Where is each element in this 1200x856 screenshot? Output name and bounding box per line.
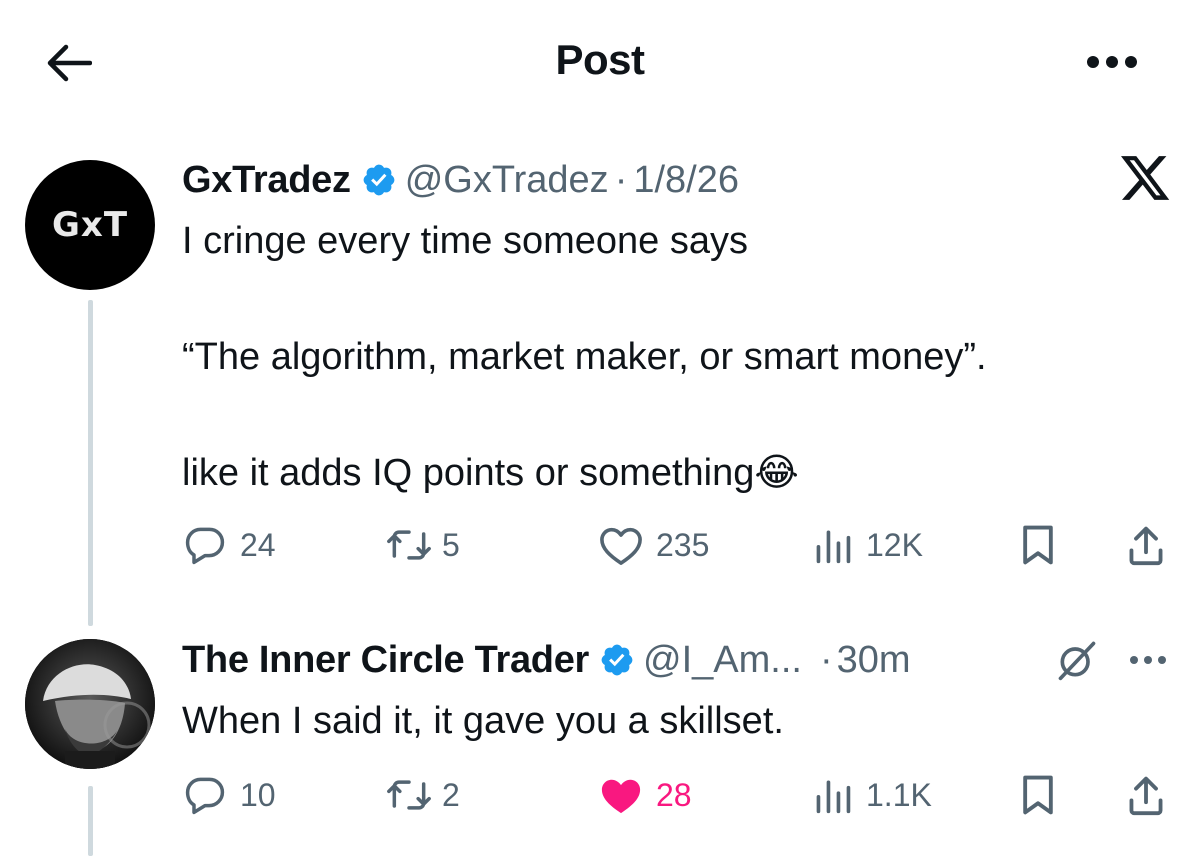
views-chart-icon xyxy=(816,530,851,564)
post-date[interactable]: 1/8/26 xyxy=(633,159,739,202)
reply-time[interactable]: 30m xyxy=(837,639,911,682)
reply-author-name[interactable]: The Inner Circle Trader xyxy=(182,639,589,682)
verified-badge-icon xyxy=(361,162,397,198)
like-button[interactable]: 235 xyxy=(598,522,709,568)
avatar-logo-text: GxT xyxy=(51,205,129,245)
reply-icon xyxy=(185,777,225,815)
repost-icon xyxy=(387,530,431,560)
thread-line xyxy=(88,300,93,626)
repost-count: 5 xyxy=(442,526,460,563)
reply-reply-button[interactable]: 10 xyxy=(182,772,276,818)
separator-dot: · xyxy=(819,638,833,681)
like-count: 235 xyxy=(656,526,710,563)
bookmark-icon xyxy=(1023,525,1053,565)
share-button[interactable] xyxy=(1124,520,1168,570)
reply-more-button[interactable] xyxy=(1124,648,1172,672)
reply-like-button[interactable]: 28 xyxy=(598,772,692,818)
reply-share-button[interactable] xyxy=(1124,770,1168,820)
x-logo-icon xyxy=(1118,152,1174,206)
reply-author-handle[interactable]: @I_Am... xyxy=(643,639,802,682)
more-options-button[interactable] xyxy=(1082,48,1142,76)
reply-body: When I said it, it gave you a skillset. xyxy=(182,700,784,742)
grok-icon[interactable] xyxy=(1050,636,1104,684)
bookmark-button[interactable] xyxy=(1016,520,1060,570)
reply-bookmark-button[interactable] xyxy=(1016,770,1060,820)
reply-repost-button[interactable]: 2 xyxy=(384,772,460,818)
bookmark-icon xyxy=(1023,775,1053,815)
views-count: 1.1K xyxy=(866,776,932,813)
heart-icon xyxy=(600,527,642,565)
author-name[interactable]: GxTradez xyxy=(182,159,351,202)
separator-dot: · xyxy=(614,158,628,201)
views-count: 12K xyxy=(866,526,923,563)
author-handle[interactable]: @GxTradez xyxy=(405,159,609,202)
views-button[interactable]: 12K xyxy=(812,522,923,568)
more-horizontal-icon xyxy=(1130,656,1166,664)
verified-badge-icon xyxy=(599,642,635,678)
reply-views-button[interactable]: 1.1K xyxy=(812,772,932,818)
reply-author-avatar[interactable] xyxy=(25,639,155,769)
repost-button[interactable]: 5 xyxy=(384,522,460,568)
more-horizontal-icon xyxy=(1087,56,1137,68)
author-avatar[interactable]: GxT xyxy=(25,160,155,290)
avatar-photo xyxy=(25,639,155,769)
share-icon xyxy=(1129,526,1163,566)
views-chart-icon xyxy=(816,780,851,814)
thread-line-continued xyxy=(88,786,93,856)
heart-filled-icon xyxy=(601,779,641,814)
repost-count: 2 xyxy=(442,776,460,813)
reply-button[interactable]: 24 xyxy=(182,522,276,568)
like-count: 28 xyxy=(656,776,692,813)
repost-icon xyxy=(387,780,431,810)
reply-header: The Inner Circle Trader @I_Am... · 30m xyxy=(182,632,911,688)
page-title: Post xyxy=(555,36,645,83)
post-header: GxTradez @GxTradez · 1/8/26 xyxy=(182,152,739,208)
reply-icon xyxy=(185,527,225,565)
reply-count: 10 xyxy=(240,776,276,813)
reply-count: 24 xyxy=(240,526,276,563)
share-icon xyxy=(1129,776,1163,816)
post-body: I cringe every time someone says “The al… xyxy=(182,220,987,494)
